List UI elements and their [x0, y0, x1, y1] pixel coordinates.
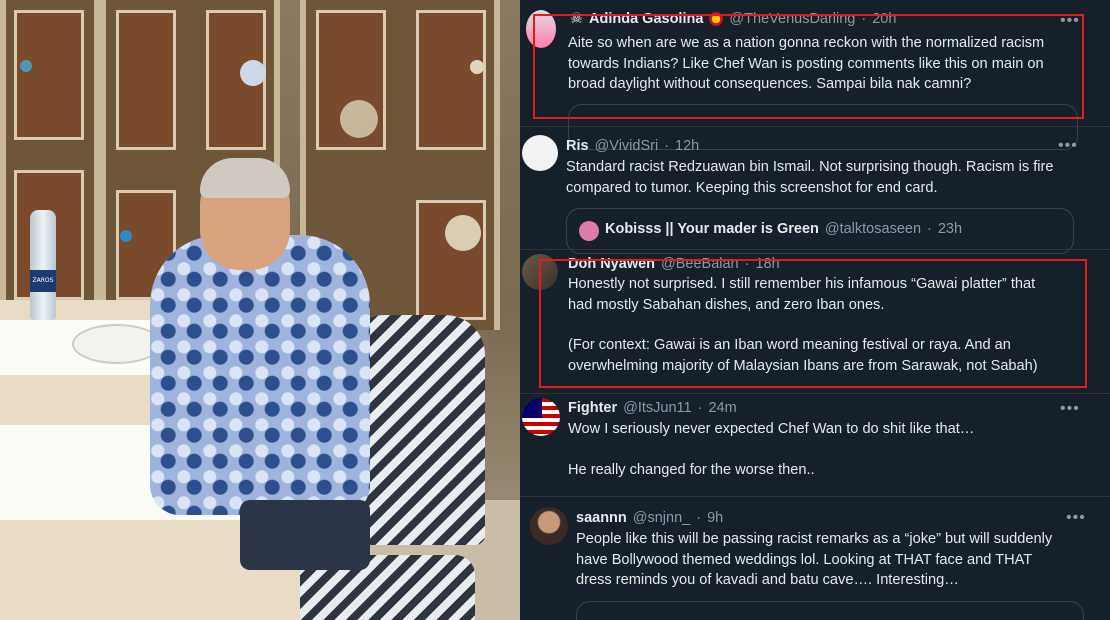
author-handle[interactable]: @VividSri	[595, 138, 659, 154]
author-handle[interactable]: @ItsJun11	[623, 400, 691, 416]
tweet-text: Wow I seriously never expected Chef Wan …	[568, 421, 975, 478]
highlight-box	[533, 14, 1084, 119]
author-handle[interactable]: @snjnn_	[633, 510, 690, 526]
more-options-icon[interactable]: •••	[1060, 400, 1080, 418]
person-trousers	[240, 500, 370, 570]
avatar[interactable]	[522, 135, 558, 171]
dinner-plate	[72, 324, 162, 364]
tweet[interactable]: Ris @VividSri · 12h ••• Standard racist …	[520, 127, 1110, 254]
water-bottle	[30, 210, 56, 320]
author-name[interactable]: saannn	[576, 510, 627, 526]
more-options-icon[interactable]: •••	[1058, 137, 1078, 155]
quoted-tweet-card[interactable]: Kobisss || Your mader is Green @talktosa…	[566, 208, 1074, 254]
quote-timestamp[interactable]: 23h	[938, 221, 962, 237]
timestamp[interactable]: 9h	[707, 510, 723, 526]
quote-author-name[interactable]: Kobisss || Your mader is Green	[605, 221, 819, 237]
author-name[interactable]: Fighter	[568, 400, 617, 416]
person-hair	[200, 158, 290, 198]
highlight-box	[539, 259, 1087, 388]
bottle-label: ZAROS	[30, 270, 56, 292]
quoted-tweet-card[interactable]	[576, 601, 1084, 620]
quote-avatar	[579, 221, 599, 241]
tweet[interactable]: saannn @snjnn_ · 9h ••• People like this…	[520, 497, 1110, 620]
separator: ·	[664, 138, 670, 154]
tweet[interactable]: Fighter @ItsJun11 · 24m ••• Wow I seriou…	[520, 394, 1110, 497]
more-options-icon[interactable]: •••	[1066, 509, 1086, 527]
separator: ·	[697, 400, 703, 416]
separator: ·	[696, 510, 702, 526]
timestamp[interactable]: 12h	[675, 138, 699, 154]
separator: ·	[927, 221, 932, 237]
reply-feed: ☠ Adinda Gasolina @TheVenusDarling · 20h…	[520, 0, 1110, 620]
timestamp[interactable]: 24m	[708, 400, 736, 416]
avatar[interactable]	[522, 398, 560, 436]
tweet-text: People like this will be passing racist …	[576, 531, 1053, 588]
person-shirt	[150, 235, 370, 515]
chef-photo: ZAROS	[0, 0, 520, 620]
avatar[interactable]	[530, 507, 568, 545]
author-name[interactable]: Ris	[566, 138, 589, 154]
quote-author-handle[interactable]: @talktosaseen	[825, 221, 921, 237]
tweet-text: Standard racist Redzuawan bin Ismail. No…	[566, 159, 1054, 196]
